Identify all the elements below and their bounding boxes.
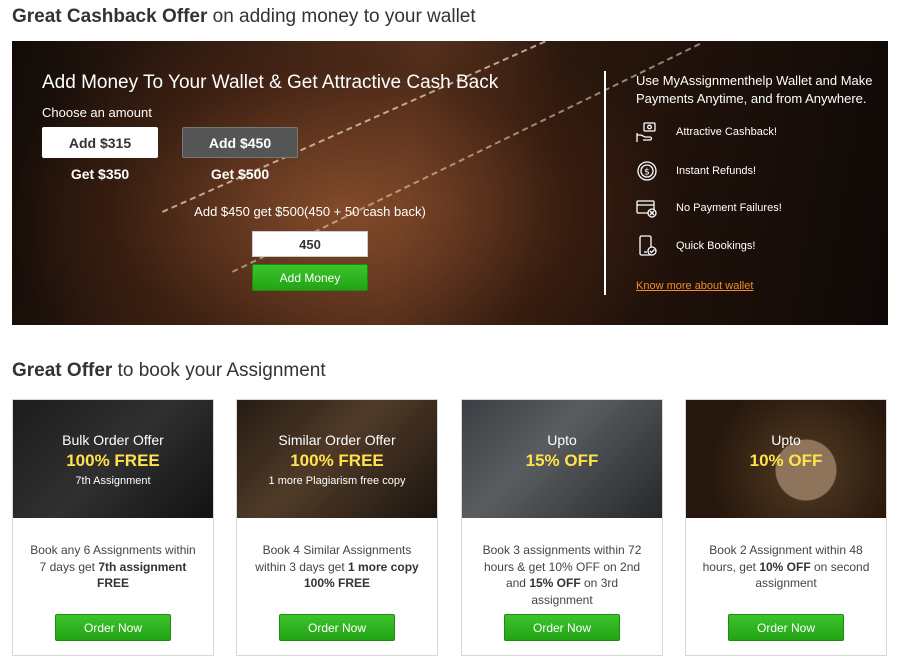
offer-card-bulk: Bulk Order Offer 100% FREE 7th Assignmen… xyxy=(12,399,214,656)
card-description: Book 2 Assignment within 48 hours, get 1… xyxy=(700,542,872,592)
card-description: Book any 6 Assignments within 7 days get… xyxy=(27,542,199,592)
card-highlight: 15% OFF xyxy=(525,451,599,470)
card-subtitle: 7th Assignment xyxy=(75,475,151,487)
cashback-title-bold: Great Cashback Offer xyxy=(12,6,208,27)
card-desc-bold: 7th assignment FREE xyxy=(96,559,187,591)
card-image: Bulk Order Offer 100% FREE 7th Assignmen… xyxy=(13,400,213,518)
card-image: Upto 10% OFF xyxy=(686,400,886,518)
assignment-offer-section-title: Great Offer to book your Assignment xyxy=(12,360,326,382)
feature-quick-bookings: Quick Bookings! xyxy=(634,233,755,259)
assignment-title-bold: Great Offer xyxy=(12,360,113,381)
card-image: Upto 15% OFF xyxy=(462,400,662,518)
card-title: Bulk Order Offer xyxy=(62,432,164,448)
card-title: Upto xyxy=(547,432,577,448)
card-highlight: 100% FREE xyxy=(66,451,160,470)
card-description: Book 3 assignments within 72 hours & get… xyxy=(476,542,648,608)
assignment-title-rest: to book your Assignment xyxy=(112,360,326,381)
phone-check-icon xyxy=(634,233,660,259)
add-450-button[interactable]: Add $450 xyxy=(182,127,298,158)
feature-cashback-label: Attractive Cashback! xyxy=(676,126,777,138)
add-315-button[interactable]: Add $315 xyxy=(42,127,158,158)
feature-cashback: Attractive Cashback! xyxy=(634,119,777,145)
feature-no-failures: No Payment Failures! xyxy=(634,195,782,221)
card-highlight: 10% OFF xyxy=(749,451,823,470)
order-now-button[interactable]: Order Now xyxy=(279,614,395,641)
offer-card-similar: Similar Order Offer 100% FREE 1 more Pla… xyxy=(236,399,438,656)
order-now-button[interactable]: Order Now xyxy=(55,614,171,641)
card-description: Book 4 Similar Assignments within 3 days… xyxy=(251,542,423,592)
feature-refunds-label: Instant Refunds! xyxy=(676,165,757,177)
offer-card-15-off: Upto 15% OFF Book 3 assignments within 7… xyxy=(461,399,663,656)
card-title: Upto xyxy=(771,432,801,448)
add-money-button[interactable]: Add Money xyxy=(252,264,368,291)
svg-text:$: $ xyxy=(644,168,650,178)
order-now-button[interactable]: Order Now xyxy=(728,614,844,641)
offer-card-10-off: Upto 10% OFF Book 2 Assignment within 48… xyxy=(685,399,887,656)
order-now-button[interactable]: Order Now xyxy=(504,614,620,641)
cash-hand-icon xyxy=(634,119,660,145)
offer-summary-text: Add $450 get $500(450 + 50 cash back) xyxy=(194,204,426,219)
card-title: Similar Order Offer xyxy=(278,432,396,448)
wallet-banner: Add Money To Your Wallet & Get Attractiv… xyxy=(12,41,888,325)
refund-coin-icon: $ xyxy=(634,158,660,184)
amount-input[interactable] xyxy=(252,231,368,257)
wallet-benefits-heading: Use MyAssignmenthelp Wallet and Make Pay… xyxy=(636,73,873,106)
feature-refunds: $ Instant Refunds! xyxy=(634,158,756,184)
card-no-failure-icon xyxy=(634,195,660,221)
get-350-label: Get $350 xyxy=(70,166,130,182)
card-subtitle: 1 more Plagiarism free copy xyxy=(268,475,406,487)
know-more-wallet-link[interactable]: Know more about wallet xyxy=(636,280,753,292)
banner-divider xyxy=(604,71,606,295)
feature-quick-bookings-label: Quick Bookings! xyxy=(676,240,756,252)
choose-amount-label: Choose an amount xyxy=(42,105,152,120)
feature-no-failures-label: No Payment Failures! xyxy=(676,202,782,214)
get-500-label: Get $500 xyxy=(210,166,270,182)
card-desc-bold: 15% OFF xyxy=(529,576,581,590)
cashback-section-title: Great Cashback Offer on adding money to … xyxy=(12,6,476,28)
card-image: Similar Order Offer 100% FREE 1 more Pla… xyxy=(237,400,437,518)
card-highlight: 100% FREE xyxy=(290,451,384,470)
card-desc-bold: 10% OFF xyxy=(759,559,811,574)
wallet-heading: Add Money To Your Wallet & Get Attractiv… xyxy=(42,72,499,93)
cashback-title-rest: on adding money to your wallet xyxy=(207,6,476,27)
